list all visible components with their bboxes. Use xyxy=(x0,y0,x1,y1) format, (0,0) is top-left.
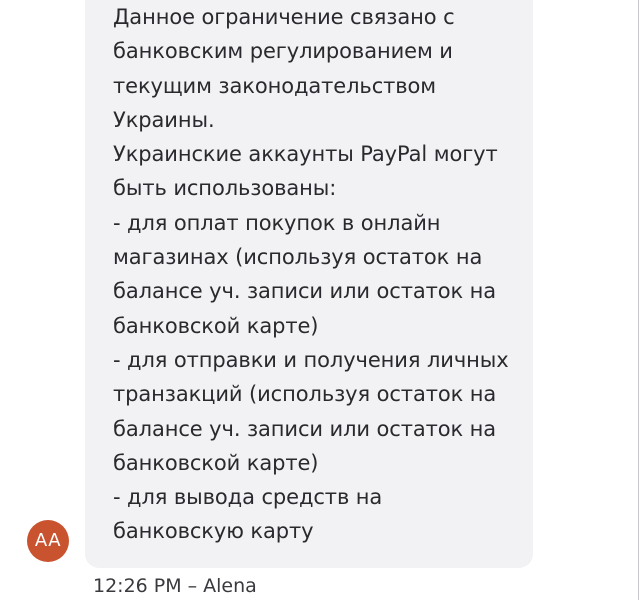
message-line: банковским регулированием и xyxy=(113,39,453,64)
message-time: 12:26 PM xyxy=(93,575,182,597)
message-meta: 12:26 PM – Alena xyxy=(93,574,257,598)
message-line: быть использованы: xyxy=(113,176,337,201)
message-line: балансе уч. записи или остаток на xyxy=(113,416,497,441)
avatar-initials: AA xyxy=(34,530,62,551)
meta-separator: – xyxy=(187,575,198,597)
message-bubble[interactable]: Данное ограничение связано с банковским … xyxy=(85,0,533,568)
message-line: балансе уч. записи или остаток на xyxy=(113,279,497,304)
divider xyxy=(638,0,639,600)
message-line: - для оплат покупок в онлайн xyxy=(113,210,441,235)
message-line: транзакций (используя остаток на xyxy=(113,382,497,407)
message-line: банковской карте) xyxy=(113,450,319,475)
message-line: Данное ограничение связано с xyxy=(113,5,455,29)
message-line: Украинские аккаунты PayPal могут xyxy=(113,142,498,167)
message-line: - для вывода средств на xyxy=(113,485,383,510)
sender-name[interactable]: Alena xyxy=(203,575,257,597)
message-line: - для отправки и получения личных xyxy=(113,347,509,372)
message-line: банковскую карту xyxy=(113,519,314,544)
message-line: Украины. xyxy=(113,107,215,132)
chat-screen: Данное ограничение связано с банковским … xyxy=(0,0,640,600)
message-line: банковской карте) xyxy=(113,313,319,338)
avatar[interactable]: AA xyxy=(27,520,69,562)
message-line: текущим законодательством xyxy=(113,73,437,98)
message-line: магазинах (используя остаток на xyxy=(113,245,483,270)
